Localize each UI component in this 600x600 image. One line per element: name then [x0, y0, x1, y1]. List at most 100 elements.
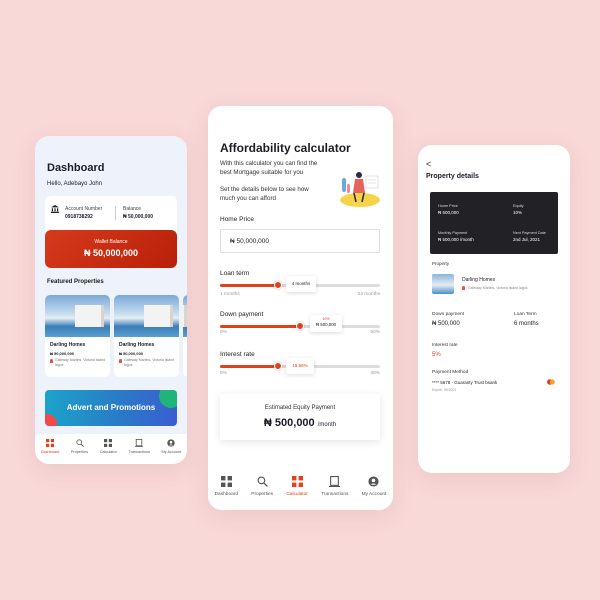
nav-label: Calculator: [286, 492, 308, 497]
nav-label: My Account: [361, 492, 387, 497]
equity-label: Equity: [513, 204, 524, 208]
loan-term-range: 1 months 24 months: [220, 292, 380, 297]
bottom-nav: Dashboard Properties Calculator Transact…: [208, 466, 393, 510]
loan-term-tooltip: 4 months: [286, 276, 316, 292]
property-card[interactable]: Darling Homes ₦ 50,000,000 Gateway Marti…: [114, 295, 179, 377]
calculator-illustration: [340, 172, 380, 207]
range-max: 40%: [370, 371, 380, 376]
down-payment-amount: ₦ 500,000: [315, 322, 337, 327]
loan-term-value: 6 months: [514, 321, 539, 327]
calculator-icon: [291, 476, 303, 487]
property-location: Gateway Martins, Victoria Island lagos: [468, 286, 528, 290]
loan-term-label: Loan term: [220, 270, 250, 277]
range-min: 0%: [220, 330, 227, 335]
search-home-icon: [257, 476, 268, 487]
monthly-payment-label: Monthly Payment: [438, 231, 468, 235]
equity-unit: /month: [317, 422, 337, 428]
account-number-label: Account Number: [65, 206, 103, 212]
nav-label: Properties: [70, 450, 89, 454]
property-section-label: Property: [432, 261, 450, 266]
property-card[interactable]: Darling Homes ₦ 50,000,000 Gateway Marti…: [45, 295, 110, 377]
nav-properties[interactable]: Properties: [251, 476, 273, 510]
range-max: 24 months: [357, 292, 380, 297]
property-thumbnail: [432, 274, 454, 294]
property-price: ₦ 50,000,000: [119, 351, 144, 356]
instruction: Set the details below to see how much yo…: [220, 186, 309, 202]
slider-fill: [220, 284, 278, 287]
property-location: Gateway Martins, Victoria Island lagos: [124, 358, 175, 367]
nav-dashboard[interactable]: Dashboard: [40, 439, 60, 464]
property-card-partial[interactable]: [183, 295, 187, 377]
nav-transactions[interactable]: Transactions: [321, 476, 348, 510]
down-payment-label: Down payment: [220, 311, 264, 318]
calculator-icon: [104, 439, 113, 447]
transactions-icon: [135, 439, 144, 447]
slider-fill: [220, 325, 300, 328]
featured-properties-heading: Featured Properties: [47, 279, 104, 285]
property-image: [45, 295, 110, 337]
home-price-value: ₦ 500,000: [438, 210, 459, 215]
down-payment-value: ₦ 500,000: [432, 321, 460, 327]
home-price-label: Home Price: [438, 204, 458, 208]
slider-handle[interactable]: [273, 281, 282, 289]
nav-label: Dashboard: [214, 492, 239, 497]
slider-fill: [220, 365, 278, 368]
slider-handle[interactable]: [296, 322, 304, 330]
nav-dashboard[interactable]: Dashboard: [215, 476, 238, 510]
account-icon: [368, 476, 380, 487]
estimated-equity-card: Estimated Equity Payment ₦ 500,000 /mont…: [220, 394, 380, 440]
advert-text: Advert and Promotions: [66, 403, 156, 412]
next-payment-date: 2nd Jul, 2021: [513, 237, 541, 242]
nav-my-account[interactable]: My Account: [361, 476, 387, 510]
nav-label: Transactions: [321, 492, 349, 497]
range-min: 0%: [220, 371, 227, 376]
dashboard-screen: Dashboard Hello, Adebayo John Account Nu…: [35, 136, 187, 464]
loan-term-label: Loan Term: [514, 312, 537, 317]
range-max: 50%: [370, 330, 380, 335]
subtitle: With this calculator you can find the be…: [220, 160, 318, 176]
equity-value: 10%: [513, 210, 523, 215]
property-name[interactable]: Darling Homes: [462, 277, 495, 283]
nav-calculator[interactable]: Calculator: [286, 476, 308, 510]
advert-banner[interactable]: Advert and Promotions: [45, 390, 177, 426]
bottom-nav: Dashboard Properties Calculator Transact…: [35, 434, 187, 464]
home-price-label: Home Price: [220, 216, 254, 223]
interest-rate-value: 5%: [432, 352, 441, 358]
slider-handle[interactable]: [273, 362, 282, 370]
balance-value: ₦ 50,000,000: [123, 214, 154, 220]
nav-label: Transactions: [128, 450, 150, 454]
search-home-icon: [75, 439, 84, 447]
nav-my-account[interactable]: My Account: [162, 439, 181, 464]
nav-label: Properties: [251, 492, 274, 497]
wallet-label: Wallet Balance: [94, 239, 128, 245]
account-number: 0918738292: [65, 214, 93, 220]
wallet-balance-card[interactable]: Wallet Balance ₦ 50,000,000: [45, 230, 177, 268]
page-title: Affordability calculator: [220, 141, 351, 155]
property-image: [183, 295, 187, 337]
nav-label: Dashboard: [40, 450, 60, 454]
card-expiry: Expire: 09/2021: [432, 388, 457, 392]
equity-label: Estimated Equity Payment: [264, 405, 336, 411]
mastercard-icon: [547, 379, 555, 385]
monthly-payment-value: ₦ 500,000 /month: [438, 237, 474, 242]
equity-value: ₦ 500,000: [263, 417, 315, 429]
nav-calculator[interactable]: Calculator: [100, 439, 117, 464]
page-title: Property details: [426, 173, 479, 180]
interest-rate-range: 0% 40%: [220, 371, 380, 376]
down-payment-label: Down payment: [432, 312, 464, 317]
down-payment-percent: 10%: [322, 317, 330, 321]
nav-label: Calculator: [99, 450, 117, 454]
payment-method-label: Payment Method: [432, 370, 469, 375]
nav-transactions[interactable]: Transactions: [128, 439, 150, 464]
bank-icon: [51, 205, 59, 213]
transactions-icon: [329, 476, 341, 487]
back-icon[interactable]: <: [426, 159, 431, 169]
wallet-value: ₦ 50,000,000: [83, 248, 139, 258]
home-price-value: ₦ 50,000,000: [230, 238, 270, 245]
home-price-input[interactable]: ₦ 50,000,000: [220, 229, 380, 253]
range-min: 1 months: [220, 292, 240, 297]
card-details[interactable]: **** 5678 - Guaranty Trust bsank: [432, 380, 497, 385]
nav-properties[interactable]: Properties: [71, 439, 88, 464]
property-image: [114, 295, 179, 337]
calculator-screen: Affordability calculator With this calcu…: [208, 106, 393, 510]
